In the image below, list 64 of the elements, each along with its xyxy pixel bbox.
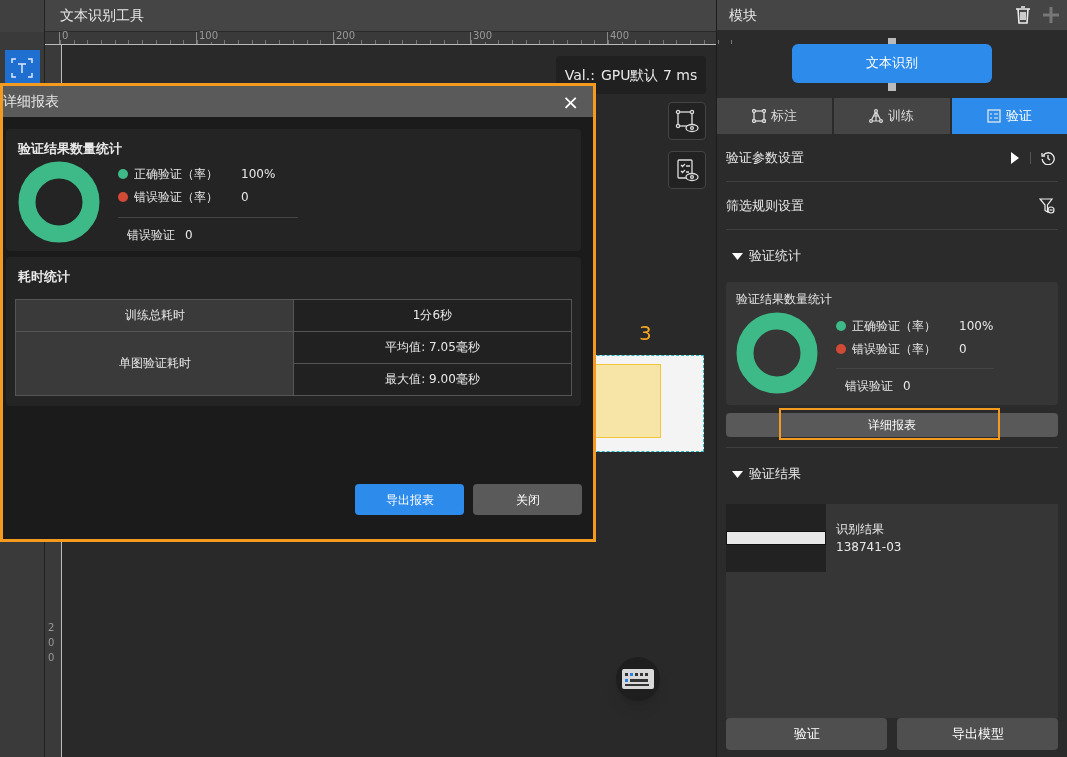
legend-label: 错误验证（率） bbox=[134, 189, 219, 206]
filter-icon[interactable] bbox=[1039, 197, 1055, 214]
error-label: 错误验证 bbox=[845, 378, 893, 395]
legend-value: 100% bbox=[241, 166, 276, 183]
text-frame-icon bbox=[11, 57, 33, 78]
play-icon[interactable] bbox=[1010, 150, 1020, 165]
table-cell: 平均值: 7.05毫秒 bbox=[293, 331, 572, 363]
ruler-label: 400 bbox=[610, 30, 630, 42]
card-title: 耗时统计 bbox=[17, 268, 71, 286]
caret-down-icon bbox=[732, 252, 743, 260]
val-text: GPU默认 7 ms bbox=[600, 65, 698, 85]
table-cell: 训练总耗时 bbox=[15, 299, 294, 331]
report-button[interactable]: 详细报表 bbox=[726, 413, 1058, 437]
list-view-button[interactable] bbox=[668, 151, 706, 189]
annotation-label: 3 bbox=[639, 323, 652, 343]
network-icon bbox=[869, 109, 884, 123]
settings-label: 验证参数设置 bbox=[726, 148, 804, 167]
mode-tab[interactable]: 训练 bbox=[834, 98, 950, 134]
box-view-button[interactable] bbox=[668, 102, 706, 140]
ruler-label: 100 bbox=[199, 30, 219, 42]
dialog-title: 详细报表 bbox=[3, 92, 59, 111]
panel-button[interactable]: 验证 bbox=[726, 718, 887, 750]
close-button[interactable]: × bbox=[562, 91, 579, 112]
keyboard-icon bbox=[622, 669, 654, 689]
box-eye-icon bbox=[675, 109, 699, 133]
ruler-label: 200 bbox=[48, 621, 56, 665]
history-icon[interactable] bbox=[1041, 150, 1055, 165]
error-value: 0 bbox=[903, 378, 911, 395]
panel-title: 模块 bbox=[729, 5, 757, 25]
ruler-label: 200 bbox=[336, 30, 356, 42]
section-header[interactable]: 验证结果 bbox=[726, 448, 1058, 500]
legend-label: 正确验证（率） bbox=[852, 317, 937, 335]
error-label: 错误验证 bbox=[127, 226, 175, 244]
legend-value: 0 bbox=[241, 189, 249, 206]
result-label: 识别结果 bbox=[836, 521, 885, 538]
result-value: 138741-03 bbox=[836, 539, 902, 556]
card-title: 验证结果数量统计 bbox=[18, 140, 123, 158]
checklist-eye-icon bbox=[675, 158, 699, 182]
text-tool-button[interactable] bbox=[4, 50, 40, 85]
keyboard-button[interactable] bbox=[616, 657, 660, 701]
delete-icon[interactable] bbox=[1015, 6, 1031, 24]
dialog-button[interactable]: 关闭 bbox=[473, 484, 582, 515]
table-cell: 最大值: 9.00毫秒 bbox=[293, 363, 572, 395]
connector-stub bbox=[888, 82, 896, 91]
error-value: 0 bbox=[185, 226, 193, 244]
val-label: Val.: bbox=[564, 65, 595, 85]
section-header[interactable]: 验证统计 bbox=[726, 230, 1058, 282]
ruler-label: 300 bbox=[473, 30, 493, 42]
table-cell: 单图验证耗时 bbox=[15, 331, 294, 395]
panel-button[interactable]: 导出模型 bbox=[897, 718, 1058, 750]
checklist-icon bbox=[986, 109, 1001, 123]
legend-label: 错误验证（率） bbox=[852, 340, 937, 358]
legend-value: 0 bbox=[959, 340, 967, 358]
table-cell: 1分6秒 bbox=[293, 299, 572, 331]
connector-stub bbox=[888, 37, 896, 44]
legend-label: 正确验证（率） bbox=[134, 166, 219, 183]
caret-down-icon bbox=[732, 470, 743, 478]
card-title: 验证结果数量统计 bbox=[736, 291, 833, 308]
settings-label: 筛选规则设置 bbox=[726, 196, 804, 215]
ruler-label: 0 bbox=[62, 30, 69, 42]
tool-title: 文本识别工具 bbox=[45, 0, 716, 32]
legend-value: 100% bbox=[959, 317, 994, 335]
bounding-box-icon bbox=[752, 109, 767, 123]
mode-tab[interactable]: 标注 bbox=[717, 98, 833, 134]
